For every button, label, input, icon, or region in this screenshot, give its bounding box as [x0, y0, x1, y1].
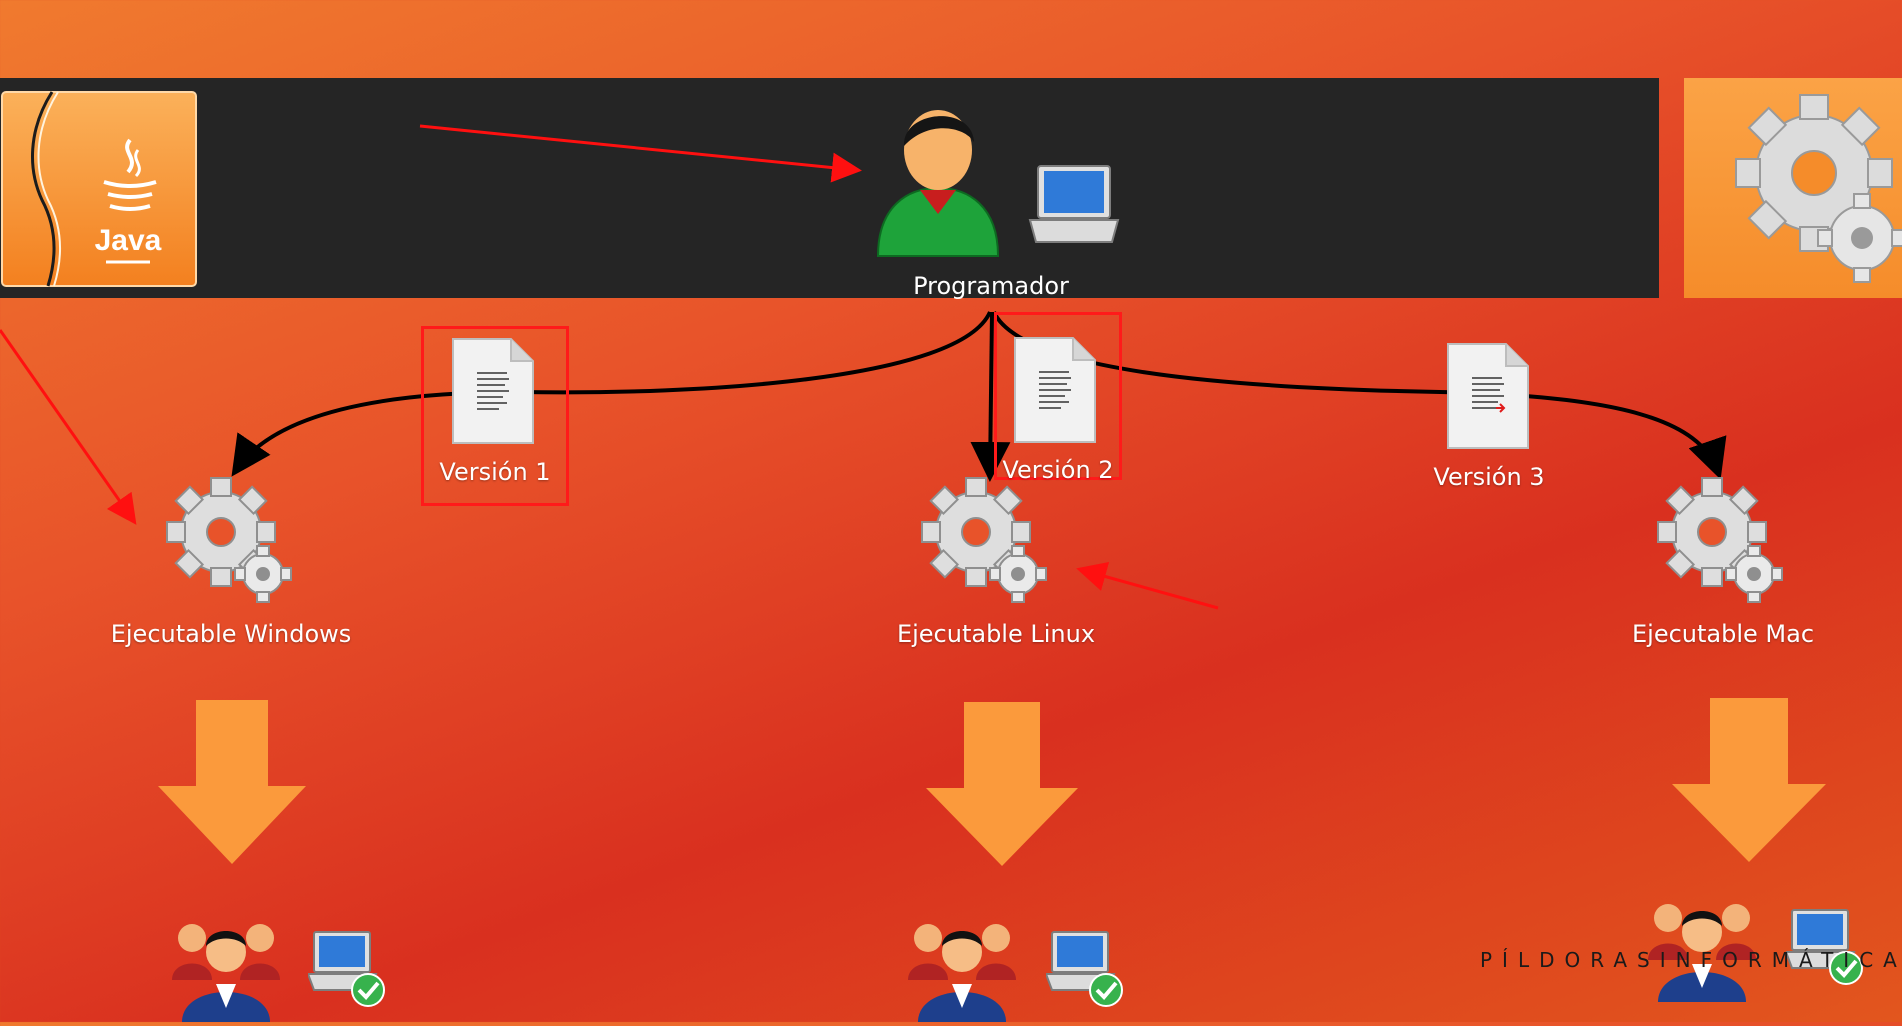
annotation-arrow-left: [0, 329, 137, 525]
flow-line-windows: [231, 311, 992, 477]
programmer-label: Programador: [913, 272, 1069, 300]
laptop-icon: [1026, 158, 1122, 254]
document-icon: [1013, 336, 1097, 444]
executable-mac-label: Ejecutable Mac: [1631, 620, 1815, 648]
users-group-icon: [900, 912, 1024, 1022]
down-arrow-icon: [158, 700, 306, 864]
laptop-check-icon: [306, 928, 388, 1008]
users-group-icon: [1640, 892, 1764, 1002]
programmer-icon: [868, 96, 1008, 258]
executable-windows-label: Ejecutable Windows: [110, 620, 352, 648]
down-arrow-icon: [1672, 698, 1826, 862]
gear-icon: [1654, 474, 1788, 606]
users-group-icon: [164, 912, 288, 1022]
watermark-text: PÍLDORASINFORMÁTICAS: [1480, 948, 1902, 972]
down-arrow-icon: [926, 702, 1078, 866]
gear-icon: [163, 474, 297, 606]
annotation-arrow-top: [419, 124, 862, 183]
document-icon: [1446, 342, 1530, 450]
gear-icon: [918, 474, 1052, 606]
laptop-check-icon: [1784, 906, 1866, 986]
annotation-arrow-linux: [1076, 562, 1219, 610]
laptop-check-icon: [1044, 928, 1126, 1008]
version-3-label: Versión 3: [1433, 463, 1545, 491]
flow-line-linux: [970, 311, 1011, 482]
executable-linux-label: Ejecutable Linux: [896, 620, 1096, 648]
version-1-label: Versión 1: [439, 458, 551, 486]
document-icon: [451, 337, 535, 445]
